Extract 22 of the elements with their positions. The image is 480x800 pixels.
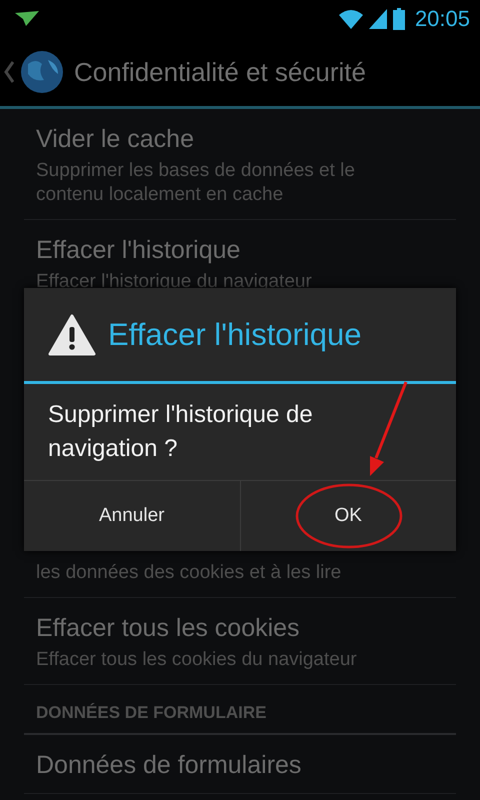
back-chevron-icon[interactable] [4,61,14,83]
setting-summary: les données des cookies et à les lire [36,561,342,585]
dialog-button[interactable]: Annuler [24,481,240,551]
setting-title[interactable]: Effacer tous les cookies [36,612,444,644]
dialog-title: Effacer l'historique [108,316,362,352]
dialog-button[interactable]: OK [240,481,456,551]
screen-title: Confidentialité et sécurité [74,56,366,88]
setting-title[interactable]: Effacer l'historique [36,234,444,266]
globe-icon [20,50,64,94]
setting-title[interactable]: Données de formulaires [36,749,444,781]
setting-summary: Effacer tous les cookies du navigateur [36,648,358,672]
paper-plane-icon [14,11,40,27]
section-header: DONNÉES DE FORMULAIRE [24,685,456,735]
setting-summary: Effacer l'historique du navigateur [36,270,313,294]
warning-icon [48,314,96,356]
setting-summary: Supprimer les bases de données et le contenu localement en cache [36,159,356,207]
battery-icon [392,8,405,30]
clock-time: 20:05 [414,6,470,32]
setting-title[interactable]: Vider le cache [36,123,444,155]
wifi-icon [338,9,363,29]
signal-icon [368,9,387,29]
dialog-message: Supprimer l'historique de navigation ? [48,400,314,464]
